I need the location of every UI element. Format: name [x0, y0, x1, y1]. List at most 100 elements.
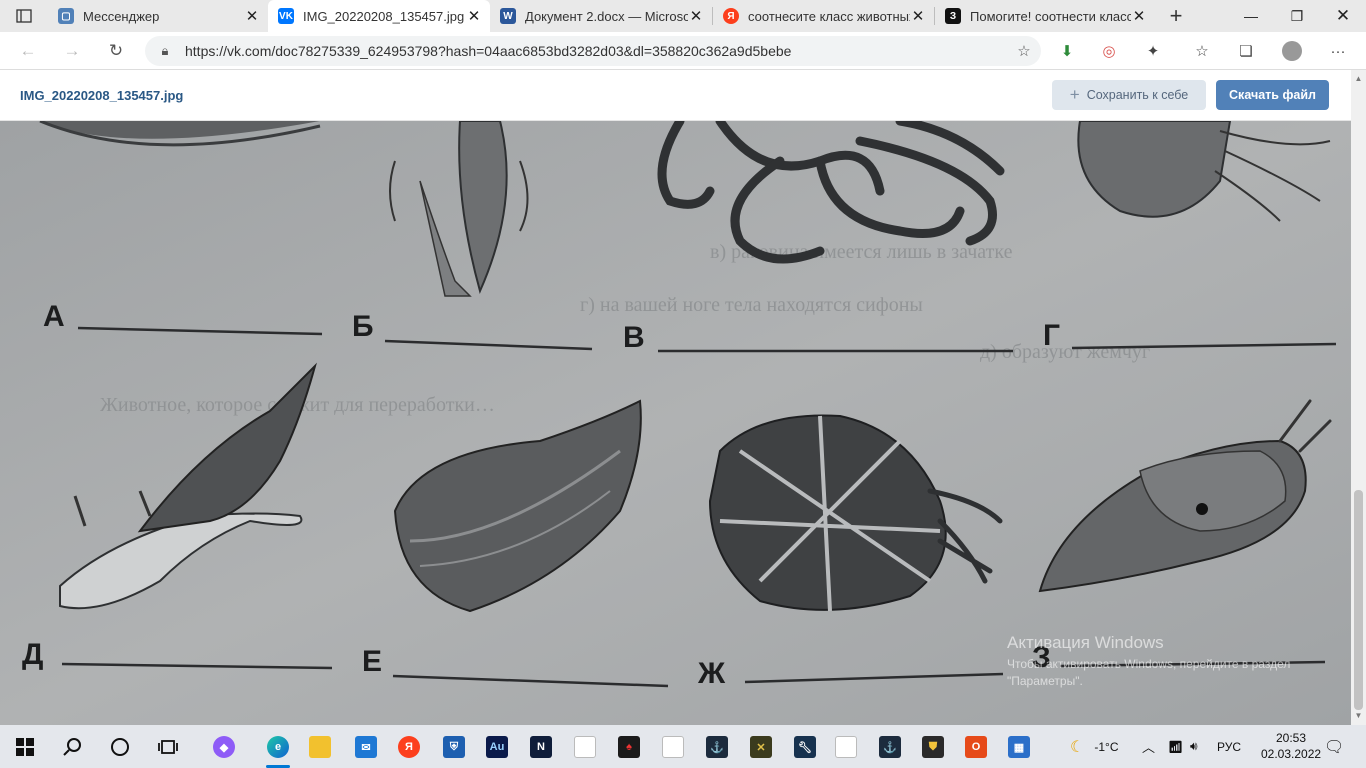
- tab-znanija[interactable]: З Помогите! соотнести классы ✕: [935, 0, 1155, 32]
- file-icon: [574, 736, 596, 758]
- minimize-icon: —: [1244, 8, 1258, 24]
- taskbar-file[interactable]: [569, 731, 601, 763]
- download-extension-icon[interactable]: ⬇: [1055, 40, 1079, 62]
- taskbar-mail[interactable]: ✉: [350, 731, 382, 763]
- taskbar-wot[interactable]: ⛊: [917, 731, 949, 763]
- show-hidden-icons[interactable]: ︿: [1142, 725, 1155, 768]
- restore-button[interactable]: ❐: [1274, 0, 1320, 32]
- arrow-left-icon: ←: [19, 41, 37, 60]
- shield-icon: ⛨: [443, 736, 465, 758]
- taskbar-app-blue[interactable]: ▦: [1003, 731, 1035, 763]
- weather-widget[interactable]: ☾ -1°C: [1070, 725, 1118, 768]
- arrow-right-icon: →: [63, 41, 81, 60]
- taskbar-file2[interactable]: [657, 731, 689, 763]
- start-button[interactable]: [9, 731, 41, 763]
- office-icon: O: [965, 736, 987, 758]
- tab-title: IMG_20220208_135457.jpg: [303, 8, 465, 24]
- tab-messenger[interactable]: ▢ Мессенджер ✕: [48, 0, 268, 32]
- close-window-button[interactable]: ✕: [1320, 0, 1366, 32]
- forward-button[interactable]: →: [57, 36, 87, 66]
- taskbar-office[interactable]: O: [960, 731, 992, 763]
- audition-icon: Au: [486, 736, 508, 758]
- close-icon[interactable]: ✕: [244, 8, 260, 25]
- clock[interactable]: 20:53 02.03.2022: [1261, 730, 1321, 762]
- tab-actions-button[interactable]: [0, 0, 48, 32]
- favorite-star-icon[interactable]: ☆: [1007, 42, 1041, 60]
- close-icon[interactable]: ✕: [466, 8, 482, 25]
- label-b: Б: [352, 310, 374, 343]
- scroll-up-icon[interactable]: ▲: [1351, 72, 1366, 86]
- window-app-icon: ▦: [1008, 736, 1030, 758]
- cortana-icon: [111, 738, 129, 756]
- warships-icon: ⚓: [879, 736, 901, 758]
- favorites-icon[interactable]: ☆: [1190, 40, 1214, 62]
- lock-icon: 🔒︎: [161, 43, 169, 58]
- url-text[interactable]: https://vk.com/doc78275339_624953798?has…: [185, 43, 1007, 59]
- restore-icon: ❐: [1290, 7, 1304, 24]
- taskbar-edge[interactable]: e: [262, 731, 294, 768]
- download-file-button[interactable]: Скачать файл: [1216, 80, 1329, 110]
- taskbar-app-x[interactable]: ✕: [745, 731, 777, 763]
- menu-dots-icon[interactable]: ···: [1326, 40, 1350, 62]
- tab-bar: ▢ Мессенджер ✕ VK IMG_20220208_135457.jp…: [0, 0, 1366, 32]
- scrollbar-thumb[interactable]: [1354, 490, 1363, 710]
- n-app-icon: N: [530, 736, 552, 758]
- close-icon[interactable]: ✕: [688, 8, 704, 25]
- tab-image[interactable]: VK IMG_20220208_135457.jpg ✕: [268, 0, 490, 32]
- tab-title: соотнесите класс животных: [748, 8, 910, 24]
- taskbar-audition[interactable]: Au: [481, 731, 513, 763]
- taskbar-tools[interactable]: 🔧︎: [789, 731, 821, 763]
- label-e: Е: [362, 645, 382, 678]
- label-v: В: [623, 321, 645, 354]
- close-icon[interactable]: ✕: [910, 8, 926, 25]
- taskbar-file3[interactable]: [830, 731, 862, 763]
- vertical-scrollbar[interactable]: ▲ ▼: [1351, 70, 1366, 725]
- collections-icon[interactable]: ❏: [1234, 40, 1258, 62]
- extensions-puzzle-icon[interactable]: ✦: [1141, 40, 1165, 62]
- cortana-button[interactable]: [104, 731, 136, 763]
- back-button[interactable]: ←: [13, 36, 43, 66]
- file-name[interactable]: IMG_20220208_135457.jpg: [20, 88, 183, 103]
- doc-header: IMG_20220208_135457.jpg + Сохранить к се…: [0, 70, 1351, 121]
- file-icon: [662, 736, 684, 758]
- tab-title: Мессенджер: [83, 8, 160, 24]
- task-view-button[interactable]: [152, 731, 184, 763]
- file-icon: [835, 736, 857, 758]
- language-indicator[interactable]: РУС: [1217, 725, 1241, 768]
- windows-logo-icon: [16, 738, 34, 756]
- scroll-down-icon[interactable]: ▼: [1351, 709, 1366, 723]
- taskbar: ◆ e ✉ Я ⛨ Au N ♠ ⚓ ✕ 🔧︎ ⚓ ⛊ O ▦ ☾ -1°C ︿…: [0, 725, 1366, 768]
- language-label: РУС: [1217, 739, 1242, 754]
- chevron-up-icon: ︿: [1142, 740, 1156, 755]
- windows-activation-watermark: Активация Windows Чтобы активировать Win…: [1007, 633, 1317, 690]
- label-a: А: [43, 300, 65, 333]
- profile-avatar[interactable]: [1280, 40, 1304, 62]
- extension-icon[interactable]: ◎: [1097, 40, 1121, 62]
- close-icon[interactable]: ✕: [1131, 8, 1147, 25]
- tab-yandex[interactable]: Я соотнесите класс животных ✕: [713, 0, 934, 32]
- taskbar-alice[interactable]: ◆: [208, 731, 240, 763]
- save-label: Сохранить к себе: [1086, 88, 1189, 102]
- notifications-icon[interactable]: 🗨︎: [1324, 725, 1344, 768]
- refresh-button[interactable]: ↻: [101, 36, 131, 66]
- save-to-me-button[interactable]: + Сохранить к себе: [1052, 80, 1206, 110]
- tab-document[interactable]: W Документ 2.docx — Microsoft ✕: [490, 0, 712, 32]
- taskbar-yandex[interactable]: Я: [393, 731, 425, 763]
- taskbar-explorer[interactable]: [304, 731, 336, 763]
- new-tab-button[interactable]: +: [1155, 0, 1197, 32]
- search-button[interactable]: [56, 731, 88, 763]
- plus-icon: +: [1169, 3, 1183, 28]
- url-bar[interactable]: 🔒︎ https://vk.com/doc78275339_624953798?…: [145, 36, 1041, 66]
- volume-icon[interactable]: 🔊︎: [1190, 725, 1198, 768]
- tab-title: Помогите! соотнести классы: [970, 8, 1131, 24]
- refresh-icon: ↻: [108, 41, 124, 60]
- close-icon: ✕: [1335, 6, 1351, 25]
- taskbar-onenote[interactable]: N: [525, 731, 557, 763]
- tab-actions-icon: [16, 9, 32, 23]
- taskbar-defender[interactable]: ⛨: [438, 731, 470, 763]
- network-icon[interactable]: 📶︎: [1168, 725, 1183, 768]
- taskbar-wows2[interactable]: ⚓: [874, 731, 906, 763]
- taskbar-app-red[interactable]: ♠: [613, 731, 645, 763]
- minimize-button[interactable]: —: [1228, 0, 1274, 32]
- taskbar-wows[interactable]: ⚓: [701, 731, 733, 763]
